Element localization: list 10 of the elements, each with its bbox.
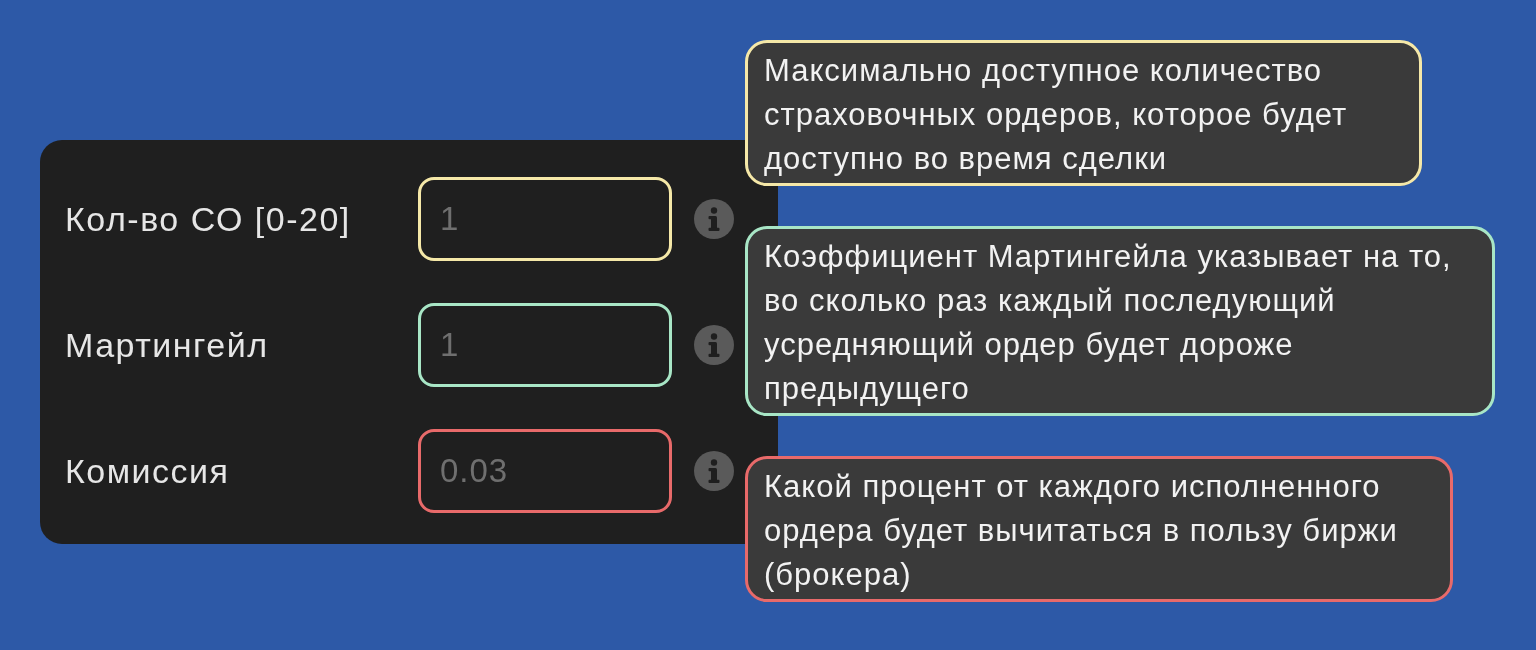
tooltip: Какой процент от каждого исполненного ордера будет вычитаться в пользу биржи (брокера) xyxy=(745,456,1453,602)
info-icon[interactable] xyxy=(694,451,734,491)
tooltip: Максимально доступное количество страховочных ордеров, которое будет доступно во время сделки xyxy=(745,40,1422,186)
info-icon[interactable] xyxy=(694,325,734,365)
field-label: Мартингейл xyxy=(65,325,270,365)
info-icon[interactable] xyxy=(694,199,734,239)
field-label: Комиссия xyxy=(65,451,231,491)
tooltip: Коэффициент Мартингейла указывает на то, во сколько раз каждый последующий усредняющий ордер будет дороже предыдущего xyxy=(745,226,1495,416)
field-label: Кол-во СО [0-20] xyxy=(65,199,352,239)
input-field[interactable]: 0.03 xyxy=(418,429,672,513)
